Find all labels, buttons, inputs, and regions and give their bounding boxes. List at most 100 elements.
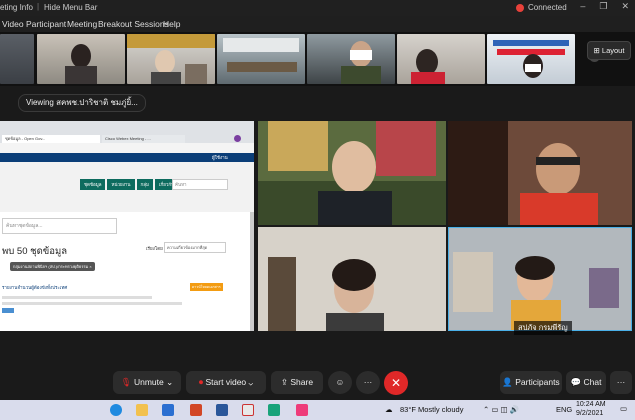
leave-meeting-button[interactable]: ✕ [384,371,408,395]
participant-thumbnail[interactable] [217,34,305,84]
pdf-icon[interactable] [242,404,254,416]
nav-groups[interactable]: กลุ่ม [136,179,153,190]
browser-chrome: ชุดข้อมูล - Open Gov... Cisco Webex Meet… [0,121,254,143]
participant-video [258,227,446,331]
notifications-icon[interactable]: ▭ [620,404,627,413]
participant-video [127,34,215,84]
video-off-icon: ⏺ [198,377,204,387]
menu-item-meeting[interactable]: Meeting [67,19,97,29]
participant-video [449,228,631,330]
window-controls: – ❐ ✕ [580,1,629,12]
file-explorer-icon[interactable] [136,404,148,416]
share-label: Share [290,377,314,387]
nav-datasets[interactable]: ชุดข้อมูล [80,179,106,190]
sort-label: เรียงโดย [146,246,163,251]
browser-tab: Cisco Webex Meeting - ... [102,135,185,143]
video-tile[interactable] [258,227,446,331]
site-search-input[interactable]: ค้นหา [172,179,228,190]
dataset-search-input[interactable]: ค้นหาชุดข้อมูล... [2,218,117,234]
video-tile[interactable] [448,121,632,225]
share-icon: ⇪ [280,377,291,387]
menu-item-video[interactable]: Video [2,19,24,29]
site-nav-area: ชุดข้อมูล หน่วยงาน กลุ่ม เกี่ยวกับ ค้นหา [0,162,254,212]
nav-organizations[interactable]: หน่วยงาน [107,179,135,190]
viewing-banner: Viewing สคพช.ปาริชาติ ชมภู่ยิ้... [18,94,146,112]
participant-video [448,121,632,225]
participant-thumbnail[interactable] [397,34,485,84]
mail-icon[interactable] [162,404,174,416]
hide-menu-bar-button[interactable]: Hide Menu Bar [44,3,97,12]
participant-video [493,40,569,78]
user-label: ผู้ใช้งาน [212,155,228,160]
more-icon: ··· [616,377,626,387]
word-icon[interactable] [216,404,228,416]
page-scrollbar[interactable] [250,212,254,331]
title-separator: | [37,2,40,11]
sort-select[interactable]: ความเกี่ยวข้องมากที่สุด [164,242,226,253]
menu-item-breakout-sessions[interactable]: Breakout Sessions [98,19,169,29]
webex-icon[interactable] [268,404,280,416]
chevron-down-icon: ⌄ [248,377,254,387]
share-button[interactable]: ⇪ Share [271,371,323,394]
participant-thumbnail[interactable] [307,34,395,84]
video-tile-active[interactable] [448,227,632,331]
shared-screen[interactable]: ชุดข้อมูล - Open Gov... Cisco Webex Meet… [0,121,254,331]
edge-icon[interactable] [110,404,122,416]
chevron-down-icon: ⌄ [166,377,174,387]
dataset-item-title[interactable]: รายงานจำนวนผู้ต้องขังทั้งประเทศ [2,284,67,291]
participant-name-label: สปภัจ กรมพีรัญ [514,321,572,335]
participant-strip [0,32,635,86]
video-tile[interactable] [258,121,446,225]
weather-label[interactable]: 83°F Mostly cloudy [400,405,463,414]
profile-icon [234,135,241,142]
clock-date[interactable]: 9/2/2021 [576,410,603,417]
participant-video [258,121,446,225]
menu-item-help[interactable]: Help [163,19,180,29]
chat-button[interactable]: 💬 Chat [566,371,606,394]
app-icon[interactable] [296,404,308,416]
powerpoint-icon[interactable] [190,404,202,416]
start-video-button[interactable]: ⏺ Start video ⌄ [186,371,266,394]
weather-icon: ☁ [385,405,393,414]
chat-icon: 💬 [570,377,584,387]
start-video-label: Start video [205,377,247,387]
layout-label: Layout [601,46,625,55]
participant-thumbnail[interactable] [487,34,575,84]
filter-tag[interactable]: กลุ่มงานสถานพินิจฯ (สป.)/กระทรวงยุติธรรม… [10,262,95,271]
site-nav: ชุดข้อมูล หน่วยงาน กลุ่ม เกี่ยวกับ [80,179,178,190]
participant-video [411,49,445,84]
layout-icon: ⊞ [593,46,602,55]
dataset-desc-line [2,296,152,299]
clock-time[interactable]: 10:24 AM [576,401,606,408]
tray-icons[interactable]: ⌃ ▭ ◫ 🔊 [483,405,519,414]
menu-item-participant[interactable]: Participant [26,19,66,29]
window-title: eting Info [0,3,33,12]
unmute-label: Unmute [133,377,164,387]
participants-button[interactable]: 👤 Participants [500,371,562,394]
restore-button[interactable]: ❐ [599,1,607,12]
close-window-button[interactable]: ✕ [621,1,629,12]
dataset-desc-line [2,302,182,305]
connection-status: Connected [516,3,567,12]
layout-button[interactable]: ⊞ Layout [587,41,631,60]
minimize-button[interactable]: – [580,1,585,12]
title-bar: eting Info | Hide Menu Bar Connected – ❐… [0,0,635,16]
participant-thumbnail[interactable] [0,34,34,84]
more-panels-button[interactable]: ··· [610,371,632,394]
dataset-badge: ดาวน์โหลดเอกสาร [190,283,223,291]
participant-video [65,44,97,84]
results-heading: พบ 50 ชุดข้อมูล [2,246,68,257]
muted-mic-icon: 🎙 [120,377,132,387]
participant-video [341,41,381,84]
unmute-button[interactable]: 🎙 Unmute ⌄ [113,371,181,394]
close-icon: ✕ [390,376,402,390]
connection-label: Connected [528,3,567,12]
more-options-button[interactable]: ··· [356,371,380,394]
more-icon: ··· [363,377,373,387]
address-bar [0,143,254,153]
windows-taskbar: ☁ 83°F Mostly cloudy ⌃ ▭ ◫ 🔊 ENG 10:24 A… [0,400,635,420]
participant-thumbnail[interactable] [37,34,125,84]
reactions-button[interactable]: ☺ [328,371,352,394]
participant-thumbnail[interactable] [127,34,215,84]
language-indicator[interactable]: ENG [556,405,572,414]
